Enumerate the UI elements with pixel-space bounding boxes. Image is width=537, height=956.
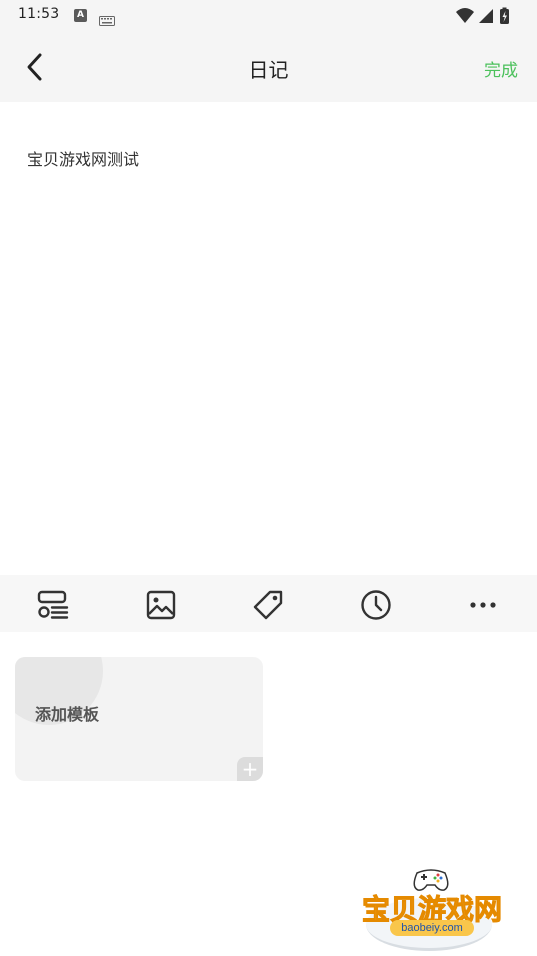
diary-editor[interactable]: 宝贝游戏网测试 <box>0 102 537 575</box>
image-tool-button[interactable] <box>145 589 177 621</box>
editor-toolbar <box>0 575 537 632</box>
app-header: 日记 完成 <box>0 32 537 102</box>
tag-icon <box>253 590 283 620</box>
tag-tool-button[interactable] <box>252 589 284 621</box>
page-title: 日记 <box>248 58 289 82</box>
template-tool-button[interactable] <box>37 589 69 621</box>
more-dots-icon <box>470 602 496 608</box>
cell-signal-icon <box>479 9 493 23</box>
template-list-icon <box>37 590 69 619</box>
watermark-url: baobeiy.com <box>390 920 474 936</box>
done-button[interactable]: 完成 <box>484 56 518 81</box>
plus-icon: + <box>237 757 263 781</box>
diary-editor-screen: 11:53 A 日记 完成 宝贝游戏网测试 添加模板 + 宝贝游戏网 baobe… <box>0 0 537 956</box>
watermark-logo: 宝贝游戏网 baobeiy.com <box>358 862 508 952</box>
a-notification-icon: A <box>74 9 87 22</box>
wifi-icon <box>456 8 474 23</box>
image-icon <box>146 590 176 620</box>
diary-content-text[interactable]: 宝贝游戏网测试 <box>27 146 139 170</box>
battery-charging-icon <box>500 7 509 24</box>
status-right-icons <box>455 6 519 26</box>
add-template-label: 添加模板 <box>35 705 100 724</box>
more-tool-button[interactable] <box>467 589 499 621</box>
keyboard-icon <box>99 11 115 30</box>
status-bar: 11:53 A <box>0 0 537 32</box>
time-tool-button[interactable] <box>360 589 392 621</box>
status-time: 11:53 <box>18 6 60 22</box>
add-template-card[interactable]: 添加模板 + <box>15 657 263 781</box>
clock-icon <box>361 590 391 620</box>
